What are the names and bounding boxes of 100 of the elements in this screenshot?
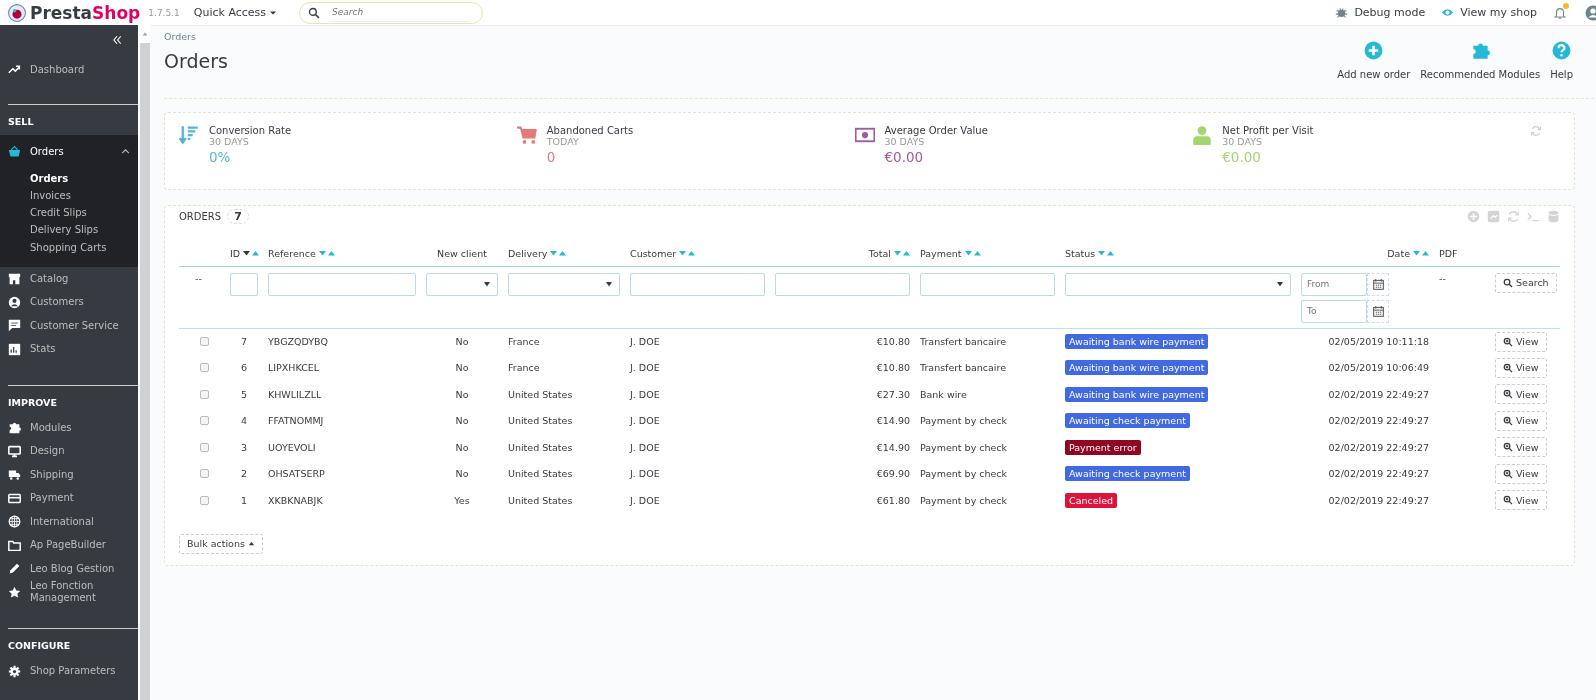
table-cell: 5 [240, 388, 247, 400]
refresh-icon[interactable] [1507, 209, 1520, 223]
view-button[interactable]: View [1495, 463, 1547, 484]
row-checkbox[interactable] [200, 469, 209, 479]
column-header[interactable]: Payment [920, 248, 962, 260]
chevron-up-icon [121, 147, 130, 156]
row-checkbox[interactable] [200, 416, 209, 426]
star-icon [8, 586, 21, 599]
sidebar-item[interactable]: Leo Fonction Management [0, 580, 138, 605]
header-link[interactable]: Debug mode [1335, 6, 1426, 19]
kpi-value: €0.00 [1222, 149, 1262, 165]
sidebar-item[interactable]: Leo Blog Gestion [0, 557, 138, 581]
column-header[interactable]: Status [1065, 248, 1096, 260]
status-label: Awaiting check payment [1065, 466, 1190, 482]
view-button[interactable]: View [1495, 357, 1547, 378]
submenu-item[interactable]: Credit Slips [0, 205, 138, 223]
filter-field[interactable] [268, 272, 416, 296]
calendar-button[interactable] [1367, 299, 1389, 323]
row-checkbox[interactable] [200, 363, 209, 373]
refresh-icon[interactable] [1530, 125, 1542, 137]
table-cell: €14.90 [876, 441, 910, 453]
bulk-actions-button[interactable]: Bulk actions [179, 533, 263, 554]
submenu-item[interactable]: Invoices [0, 187, 138, 206]
bell-icon[interactable] [1553, 5, 1567, 20]
view-button[interactable]: View [1495, 490, 1547, 511]
view-button[interactable]: View [1495, 410, 1547, 431]
sidebar-item[interactable]: Customers [0, 290, 138, 314]
sort-arrows-icon[interactable] [243, 250, 260, 258]
column-header[interactable]: Delivery [508, 248, 548, 260]
table-cell: 02/02/2019 22:49:27 [1328, 441, 1429, 453]
row-checkbox[interactable] [200, 389, 209, 399]
filter-dropdown[interactable] [426, 272, 498, 296]
sidebar-item[interactable]: Catalog [0, 267, 138, 291]
toolbar-button[interactable]: Help [1550, 41, 1573, 86]
filter-field[interactable] [775, 272, 910, 296]
puzzle-icon [1470, 41, 1490, 60]
date-field[interactable]: From [1301, 272, 1367, 296]
sidebar-item[interactable]: Shipping [0, 463, 138, 487]
column-header[interactable]: Reference [268, 248, 316, 260]
store-icon [8, 272, 21, 286]
sidebar-item[interactable]: Orders [0, 134, 138, 169]
monitor-icon [8, 444, 21, 458]
toolbar-button[interactable]: Recommended Modules [1420, 41, 1541, 86]
status-label: Payment error [1065, 439, 1141, 455]
header-link[interactable]: View my shop [1441, 6, 1537, 19]
filter-dropdown[interactable] [1065, 272, 1291, 296]
column-header[interactable]: ID [230, 248, 241, 260]
add-icon[interactable] [1467, 209, 1480, 223]
filter-dropdown[interactable] [508, 272, 620, 296]
user-icon[interactable] [1585, 4, 1596, 21]
table-cell: J. DOE [630, 468, 660, 480]
toolbar-button[interactable]: Add new order [1337, 41, 1411, 86]
row-checkbox[interactable] [200, 442, 209, 452]
row-checkbox[interactable] [200, 337, 209, 346]
row-checkbox[interactable] [200, 495, 209, 505]
breadcrumb[interactable]: Orders [164, 31, 228, 42]
table-cell: United States [508, 388, 573, 400]
table-cell: United States [508, 441, 573, 453]
table-cell: XKBKNABJK [268, 494, 323, 506]
sidebar-item[interactable]: Stats [0, 337, 138, 361]
sidebar-item[interactable]: Shop Parameters [0, 659, 138, 683]
calendar-button[interactable] [1367, 272, 1389, 296]
table-cell: €61.80 [876, 494, 910, 506]
filter-field[interactable] [920, 272, 1055, 296]
column-header[interactable]: Customer [630, 248, 677, 260]
search-icon [308, 6, 321, 19]
view-button[interactable]: View [1495, 331, 1547, 352]
sidebar-item[interactable]: Payment [0, 486, 138, 510]
quick-access-menu[interactable]: Quick Access [193, 6, 278, 19]
database-icon[interactable] [1547, 209, 1560, 223]
table-cell: 02/02/2019 22:49:27 [1328, 494, 1429, 506]
kpi-period: 30 DAYS [884, 136, 926, 147]
kpi-value: 0% [209, 149, 232, 165]
date-field[interactable]: To [1301, 299, 1367, 323]
submenu-item[interactable]: Orders [0, 170, 138, 188]
view-button[interactable]: View [1495, 437, 1547, 458]
sidebar-item[interactable]: Ap PageBuilder [0, 533, 138, 557]
sidebar-item[interactable]: Design [0, 439, 138, 463]
export-icon[interactable] [1487, 209, 1500, 223]
scrollbar[interactable] [140, 43, 150, 700]
sidebar-item[interactable]: Customer Service [0, 314, 138, 338]
collapse-icon[interactable] [112, 35, 122, 45]
submenu-item[interactable]: Shopping Carts [0, 239, 138, 257]
filter-field[interactable] [630, 272, 765, 296]
sidebar-item[interactable]: Modules [0, 416, 138, 440]
page-title: Orders [164, 50, 228, 72]
table-cell: YBGZQDYBQ [268, 336, 329, 347]
table-cell: 02/05/2019 10:06:49 [1328, 362, 1429, 374]
sidebar-item[interactable]: Dashboard [0, 58, 138, 82]
submenu-item[interactable]: Delivery Slips [0, 222, 138, 240]
view-button[interactable]: View [1495, 384, 1547, 405]
search-button[interactable]: Search [1495, 272, 1557, 293]
table-cell: France [508, 362, 540, 374]
column-header[interactable]: Date [1387, 248, 1410, 260]
filter-field[interactable] [230, 272, 258, 296]
calendar-icon [1372, 278, 1384, 290]
column-header[interactable]: Total [868, 248, 891, 260]
sidebar-item[interactable]: International [0, 510, 138, 534]
table-cell: 7 [240, 336, 247, 347]
table-cell: Yes [454, 494, 470, 506]
